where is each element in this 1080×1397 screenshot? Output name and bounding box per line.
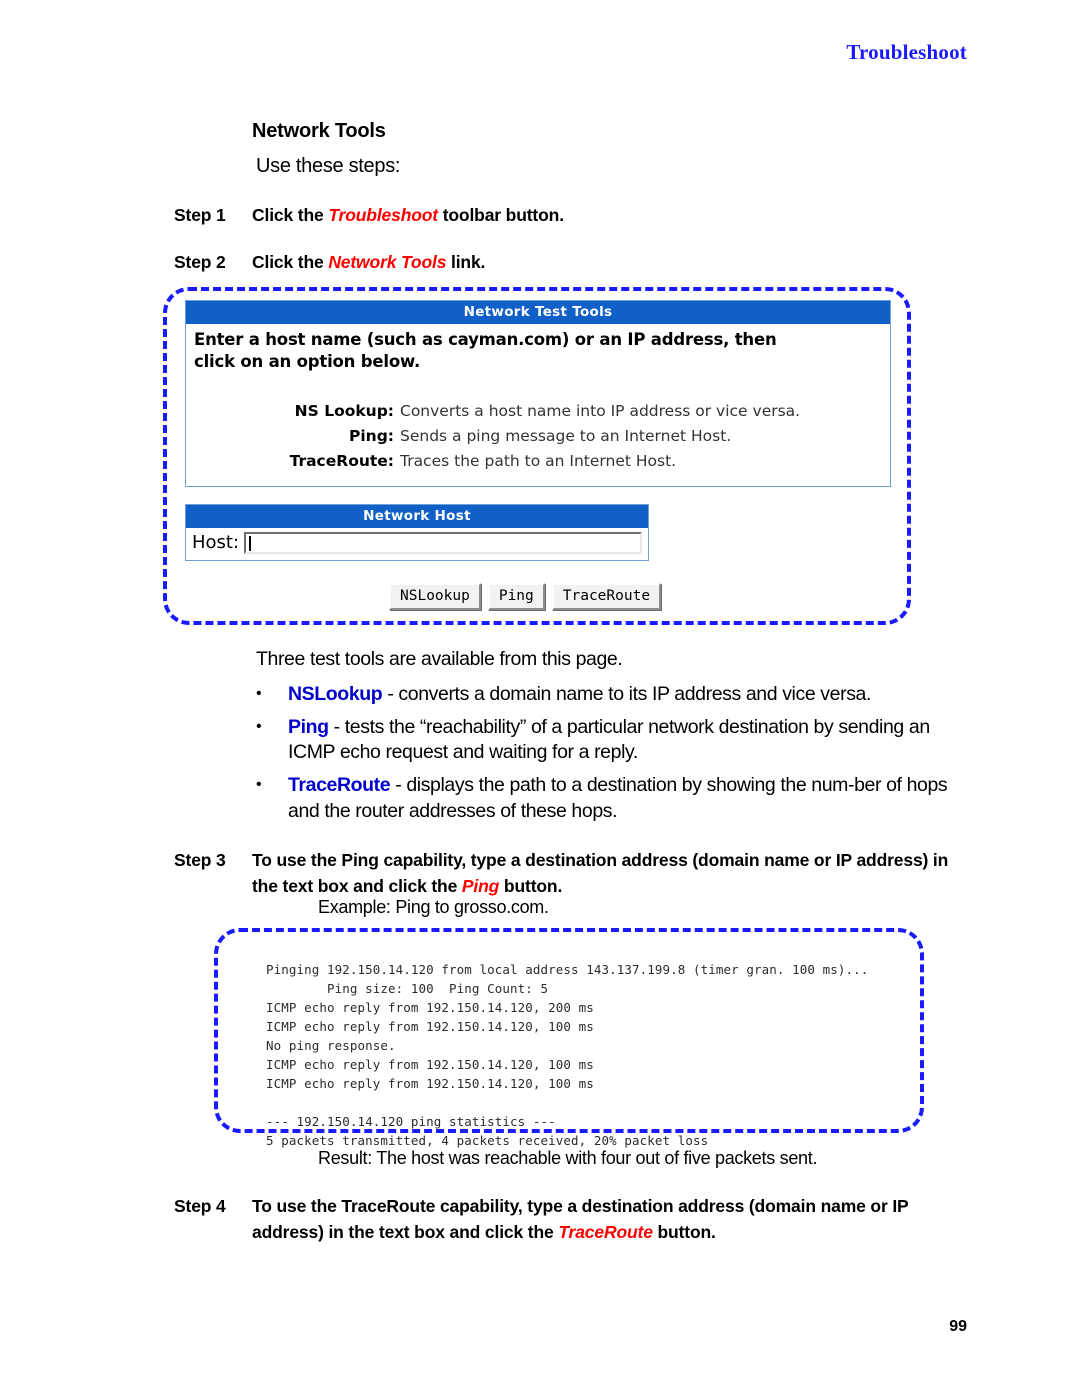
document-page: Troubleshoot Network Tools Use these ste… — [0, 0, 1080, 1397]
tool-definition-ping-name: Ping: — [348, 426, 394, 445]
list-item-description-ping: - tests the “reachability” of a particul… — [288, 716, 930, 764]
host-field-row: Host: — [186, 528, 648, 560]
bullet-marker-icon: • — [256, 685, 262, 702]
step-4-text-after: button. — [652, 1221, 716, 1242]
list-item-tool-traceroute: TraceRoute — [288, 774, 391, 797]
list-item: • Ping - tests the “reachability” of a p… — [256, 715, 966, 765]
panel-title-network-test-tools: Network Test Tools — [186, 301, 890, 324]
list-item: • NSLookup - converts a domain name to i… — [256, 682, 966, 707]
bullet-marker-icon: • — [256, 718, 262, 736]
list-item-tool-ping: Ping — [288, 716, 329, 739]
list-item-text: NSLookup - converts a domain name to its… — [288, 682, 966, 707]
step-2-text: Click the Network Tools link. — [252, 250, 874, 276]
list-item-text: TraceRoute - displays the path to a dest… — [288, 773, 966, 823]
step-3-text-before: To use the Ping capability, type a desti… — [252, 850, 949, 896]
tool-definition-traceroute: TraceRoute: Traces the path to an Intern… — [194, 449, 882, 474]
step-2-text-before: Click the — [252, 252, 329, 272]
step-4-label: Step 4 — [174, 1196, 226, 1216]
action-button-row: NSLookup Ping TraceRoute — [185, 582, 891, 610]
app-screenshot-network-tools: Network Test Tools Enter a host name (su… — [185, 300, 891, 610]
page-number: 99 — [949, 1318, 967, 1335]
panel-title-network-host: Network Host — [186, 504, 648, 528]
host-input[interactable] — [244, 531, 642, 554]
step-4-emphasis: TraceRoute — [558, 1221, 653, 1242]
tool-definition-ping-description: Sends a ping message to an Internet Host… — [400, 426, 732, 445]
host-label: Host: — [192, 532, 240, 554]
page-title: Network Tools — [252, 120, 386, 142]
step-1-text: Click the Troubleshoot toolbar button. — [252, 203, 874, 229]
tool-definition-nslookup-description: Converts a host name into IP address or … — [400, 401, 801, 420]
ping-output-transcript: Pinging 192.150.14.120 from local addres… — [266, 962, 869, 1148]
step-1-text-after: toolbar button. — [438, 205, 564, 225]
step-2: Step 2 Click the Network Tools link. — [174, 250, 874, 276]
list-item-text: Ping - tests the “reachability” of a par… — [288, 715, 966, 765]
tool-definition-nslookup: NS Lookup: Converts a host name into IP … — [194, 399, 882, 424]
tool-definition-traceroute-name: TraceRoute: — [289, 451, 394, 470]
step-3-text: To use the Ping capability, type a desti… — [252, 848, 964, 899]
tool-definition-traceroute-description: Traces the path to an Internet Host. — [400, 451, 677, 470]
bullet-marker-icon: • — [256, 776, 262, 794]
list-item: • TraceRoute - displays the path to a de… — [256, 773, 966, 823]
panel-body-network-test-tools: Enter a host name (such as cayman.com) o… — [186, 324, 890, 486]
text-caret-icon — [249, 535, 252, 551]
step-3: Step 3 To use the Ping capability, type … — [174, 848, 964, 899]
step-4: Step 4 To use the TraceRoute capability,… — [174, 1194, 964, 1245]
step-1: Step 1 Click the Troubleshoot toolbar bu… — [174, 203, 874, 229]
list-item-description-nslookup: - converts a domain name to its IP addre… — [382, 683, 872, 705]
running-head: Troubleshoot — [846, 40, 967, 64]
list-item-tool-nslookup: NSLookup — [288, 683, 383, 705]
result-caption: Result: The host was reachable with four… — [318, 1148, 818, 1168]
step-3-label: Step 3 — [174, 850, 226, 870]
step-1-label: Step 1 — [174, 205, 226, 225]
panel-network-test-tools: Network Test Tools Enter a host name (su… — [185, 300, 891, 487]
traceroute-button[interactable]: TraceRoute — [551, 582, 662, 610]
step-2-text-after: link. — [446, 252, 486, 272]
tool-definition-nslookup-name: NS Lookup: — [294, 401, 394, 420]
example-caption: Example: Ping to grosso.com. — [318, 897, 549, 917]
step-4-text: To use the TraceRoute capability, type a… — [252, 1194, 964, 1245]
body-intro-paragraph: Three test tools are available from this… — [256, 648, 623, 670]
step-2-emphasis: Network Tools — [328, 252, 447, 272]
step-2-label: Step 2 — [174, 252, 226, 272]
step-3-text-after: button. — [499, 875, 563, 896]
instruction-line-1: Enter a host name (such as cayman.com) o… — [194, 330, 777, 349]
tool-bullet-list: • NSLookup - converts a domain name to i… — [256, 682, 966, 832]
step-1-text-before: Click the — [252, 205, 329, 225]
nslookup-button[interactable]: NSLookup — [389, 582, 481, 610]
step-3-emphasis: Ping — [461, 875, 500, 896]
tool-definition-ping: Ping: Sends a ping message to an Interne… — [194, 424, 882, 449]
instruction-line-2: click on an option below. — [194, 351, 421, 371]
panel-network-host: Network Host Host: — [185, 503, 649, 561]
lead-text: Use these steps: — [256, 155, 401, 177]
ping-button[interactable]: Ping — [487, 582, 545, 610]
step-1-emphasis: Troubleshoot — [328, 205, 438, 225]
tool-definition-list: NS Lookup: Converts a host name into IP … — [194, 399, 882, 474]
